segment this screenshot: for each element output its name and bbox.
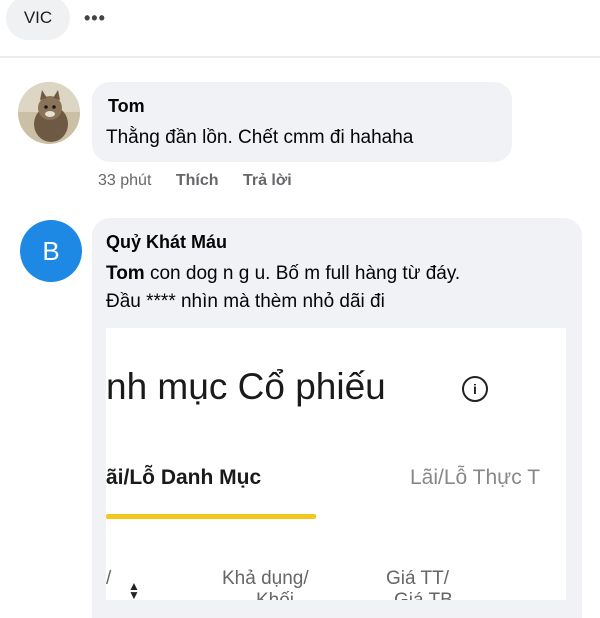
like-button[interactable]: Thích xyxy=(176,172,219,189)
comment-text: Tom con dog n g u. Bố m full hàng từ đáy… xyxy=(106,260,576,316)
attached-screenshot[interactable]: nh mục Cổ phiếu i ãi/Lỗ Danh Mục Lãi/Lỗ … xyxy=(106,328,566,600)
comment-text-line1: con dog n g u. Bố m full hàng từ đáy. xyxy=(144,263,461,284)
active-tab-indicator xyxy=(106,514,316,519)
more-dots-icon[interactable]: ••• xyxy=(84,8,106,29)
divider xyxy=(0,56,600,58)
comment-author[interactable]: Tom xyxy=(108,96,145,117)
column-header-available: Khả dụng/ xyxy=(222,568,309,589)
comment-text: Thằng đần lồn. Chết cmm đi hahaha xyxy=(106,127,414,148)
column-header-price: Giá TT/ xyxy=(386,568,449,589)
column-header-available-line2: Khối xyxy=(256,590,294,600)
mention-link[interactable]: Tom xyxy=(106,263,145,284)
sort-icon: ▲ ▼ xyxy=(128,579,140,600)
column-header: / xyxy=(106,568,112,589)
tab-realized-pnl: Lãi/Lỗ Thực T xyxy=(410,466,541,489)
portfolio-title: nh mục Cổ phiếu xyxy=(106,366,386,407)
cat-photo-icon xyxy=(18,82,80,144)
top-bar: VIC ••• xyxy=(0,0,600,42)
comment-text-line2: Đầu **** nhìn mà thèm nhỏ dãi đi xyxy=(106,291,385,312)
comment-time: 33 phút xyxy=(98,172,152,189)
tab-portfolio-pnl: ãi/Lỗ Danh Mục xyxy=(106,466,262,489)
cat-avatar[interactable] xyxy=(18,82,80,144)
info-icon: i xyxy=(462,376,488,402)
comment-actions: 33 phút Thích Trả lời xyxy=(98,172,312,190)
comment-author[interactable]: Quỷ Khát Máu xyxy=(106,232,227,253)
column-header-price-line2: Giá TB xyxy=(394,590,453,600)
letter-avatar[interactable]: B xyxy=(20,220,82,282)
reply-button[interactable]: Trả lời xyxy=(243,172,292,189)
stock-tag-chip[interactable]: VIC xyxy=(6,0,70,40)
